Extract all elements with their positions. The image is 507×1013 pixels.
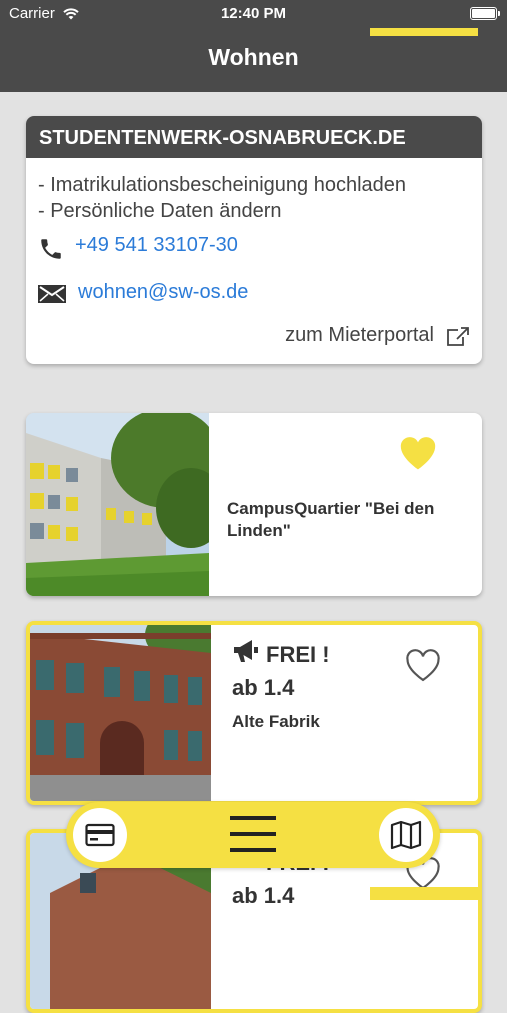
info-heading: STUDENTENWERK-OSNABRUECK.DE <box>26 116 482 158</box>
availability-status: FREI ! <box>266 642 330 667</box>
map-icon <box>390 820 422 850</box>
favorite-heart-icon[interactable] <box>404 649 442 683</box>
accent-bar <box>370 28 478 36</box>
mail-icon <box>38 285 66 303</box>
battery-icon <box>470 7 500 20</box>
card-tab-button[interactable] <box>73 808 127 862</box>
status-bar: Carrier 12:40 PM <box>0 4 507 24</box>
phone-icon <box>41 239 61 259</box>
favorite-heart-icon[interactable] <box>398 435 438 471</box>
availability-date: ab 1.4 <box>232 883 295 908</box>
email-link[interactable]: wohnen@sw-os.de <box>78 281 248 304</box>
listing-card[interactable]: CampusQuartier "Bei den Linden" <box>26 413 482 596</box>
listing-card[interactable]: FREI ! ab 1.4 Alte Fabrik <box>26 621 482 805</box>
external-link-icon <box>447 326 469 346</box>
info-line: - Persönliche Daten ändern <box>38 200 282 222</box>
status-time: 12:40 PM <box>220 5 287 22</box>
megaphone-icon <box>234 640 258 662</box>
listing-name: Alte Fabrik <box>232 712 320 731</box>
page-title: Wohnen <box>208 44 299 70</box>
listing-photo <box>26 413 209 596</box>
listing-name: CampusQuartier "Bei den Linden" <box>227 499 435 540</box>
bottom-tab-bar <box>66 802 440 868</box>
tenant-portal-link[interactable]: zum Mieterportal <box>285 324 470 347</box>
accent-bar <box>370 887 478 900</box>
credit-card-icon <box>85 823 115 847</box>
listing-photo <box>30 625 211 801</box>
tenant-portal-label: zum Mieterportal <box>285 324 434 346</box>
header: Carrier 12:40 PM Wohnen <box>0 0 507 92</box>
availability-date: ab 1.4 <box>232 675 295 700</box>
phone-link[interactable]: +49 541 33107-30 <box>75 234 238 257</box>
menu-icon[interactable] <box>228 813 278 855</box>
map-tab-button[interactable] <box>379 808 433 862</box>
info-card: STUDENTENWERK-OSNABRUECK.DE - Imatrikula… <box>26 116 482 364</box>
info-line: - Imatrikulationsbescheinigung hochladen <box>38 174 407 196</box>
